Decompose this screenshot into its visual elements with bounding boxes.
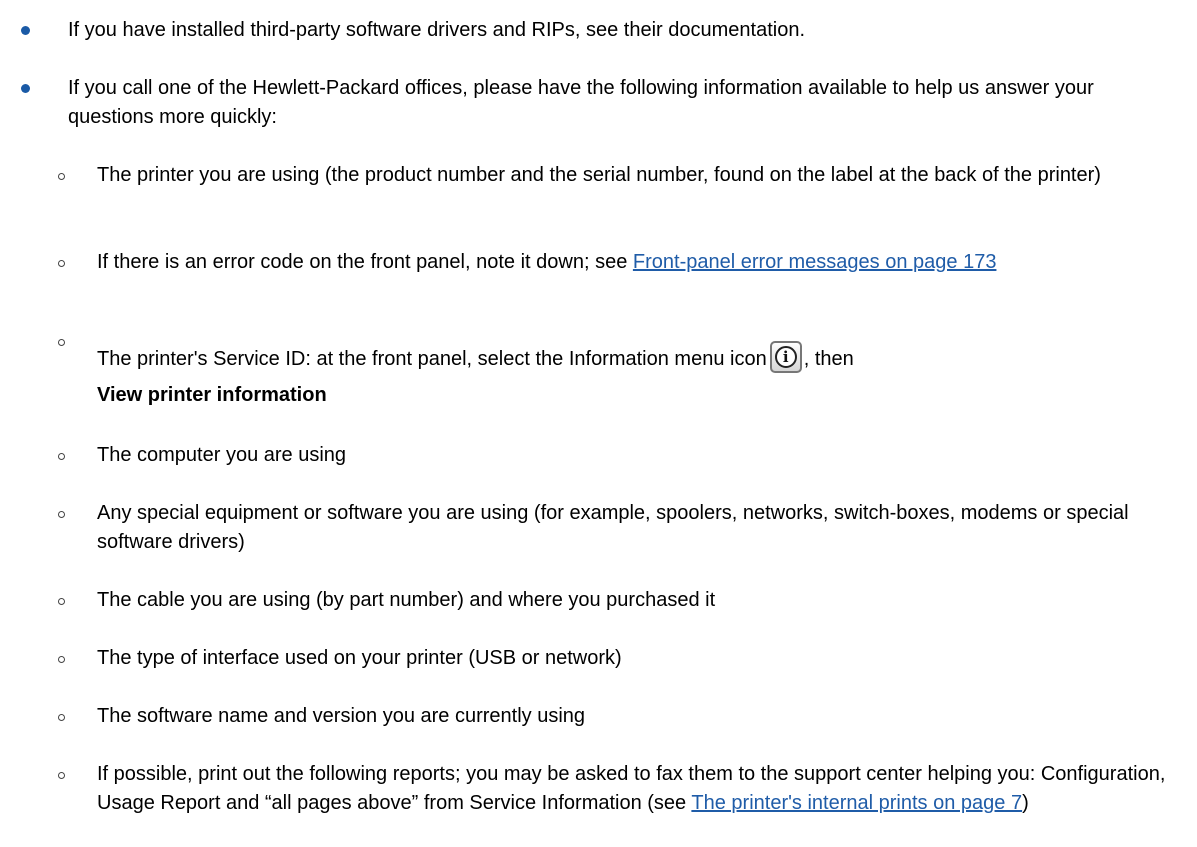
circle-bullet-icon xyxy=(58,598,65,605)
circle-bullet-icon xyxy=(58,656,65,663)
circle-bullet-icon xyxy=(58,714,65,721)
information-icon-glyph: i xyxy=(774,345,797,368)
paragraph: If there is an error code on the front p… xyxy=(97,248,1187,277)
paragraph: The printer's Service ID: at the front p… xyxy=(97,340,1187,374)
circle-bullet-icon xyxy=(58,260,65,267)
view-printer-information-label: View printer information xyxy=(97,384,327,406)
paragraph: If possible, print out the following rep… xyxy=(97,760,1187,818)
paragraph-text: If there is an error code on the front p… xyxy=(97,251,628,273)
paragraph-text: Any special equipment or software you ar… xyxy=(97,502,1129,553)
paragraph-text: , then xyxy=(803,348,854,370)
front-panel-error-messages-link[interactable]: Front-panel error messages on page 173 xyxy=(633,251,997,273)
paragraph-text: The computer you are using xyxy=(97,444,347,466)
bullet-icon xyxy=(21,84,30,93)
paragraph-text: The cable you are using (by part number)… xyxy=(97,589,716,611)
internal-prints-link[interactable]: The printer's internal prints on page 7 xyxy=(691,792,1022,814)
bullet-icon xyxy=(21,26,30,35)
circle-bullet-icon xyxy=(58,339,65,346)
paragraph-text: The type of interface used on your print… xyxy=(97,647,622,669)
paragraph-text: The software name and version you are cu… xyxy=(97,705,586,727)
paragraph-text: If you call one of the Hewlett-Packard o… xyxy=(68,77,1094,128)
information-icon: i xyxy=(769,340,802,373)
circle-bullet-icon xyxy=(58,453,65,460)
paragraph-text: If you have installed third-party softwa… xyxy=(68,19,806,41)
circle-bullet-icon xyxy=(58,511,65,518)
paragraph-text: ) xyxy=(1022,792,1029,814)
paragraph-text: The printer's Service ID: at the front p… xyxy=(97,348,767,370)
circle-bullet-icon xyxy=(58,173,65,180)
circle-bullet-icon xyxy=(58,772,65,779)
paragraph-text: The printer you are using (the product n… xyxy=(97,164,1101,186)
